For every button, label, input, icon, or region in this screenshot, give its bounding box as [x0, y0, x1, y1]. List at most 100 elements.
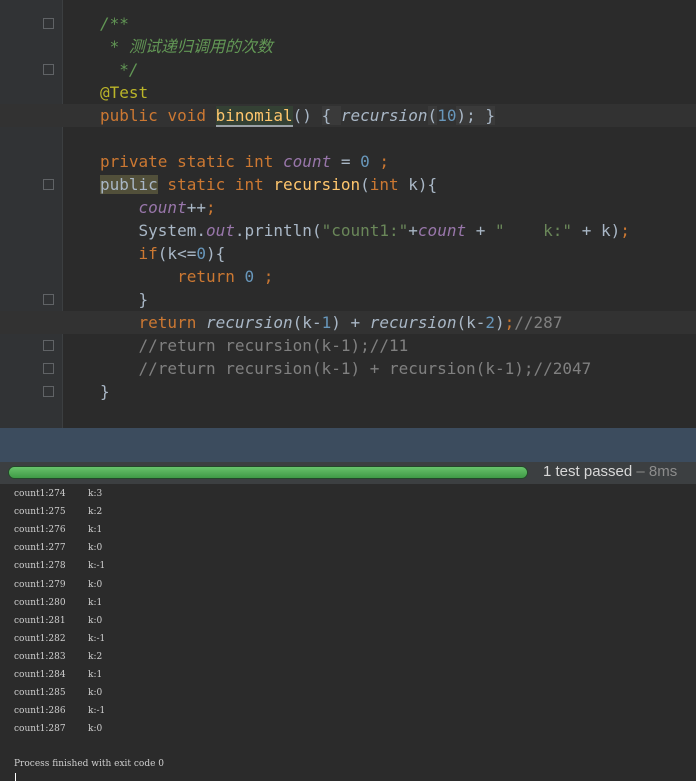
code-token: ;: [369, 152, 390, 171]
console-k: k:-1: [88, 706, 106, 717]
code-line[interactable]: private static int count = 0 ;: [0, 150, 696, 173]
code-token: ;: [205, 198, 216, 217]
code-line[interactable]: return 0 ;: [0, 265, 696, 288]
code-line[interactable]: }: [0, 380, 696, 403]
code-line[interactable]: count++;: [0, 196, 696, 219]
code-line[interactable]: }: [0, 288, 696, 311]
code-token: count: [417, 221, 467, 240]
code-token: * 测试递归调用的次数: [100, 37, 273, 56]
code-token: ;: [504, 313, 515, 332]
code-line[interactable]: System.out.println("count1:"+count + " k…: [0, 219, 696, 242]
code-token: ) +: [331, 313, 370, 332]
code-token: + k): [572, 221, 621, 240]
code-line-text: private static int count = 0 ;: [100, 150, 389, 173]
code-token: private: [100, 152, 178, 171]
code-token: //return recursion(k-1) + recursion(k-1)…: [100, 359, 592, 378]
code-line[interactable]: public static int recursion(int k){: [0, 173, 696, 196]
console-line: count1:275 k:2: [14, 507, 102, 517]
code-token: ){: [205, 244, 226, 263]
console-line: count1:280 k:1: [14, 598, 102, 608]
code-token: count: [283, 152, 332, 171]
console-line: count1:279 k:0: [14, 580, 102, 590]
code-token: recursion: [273, 175, 361, 194]
console-line: count1:287 k:0: [14, 724, 102, 734]
console-count: count1:287: [14, 724, 66, 735]
code-token: 0: [244, 267, 255, 286]
code-token: binomial: [215, 106, 293, 127]
code-line-text: System.out.println("count1:"+count + " k…: [100, 219, 630, 242]
console-count: count1:281: [14, 615, 66, 626]
console-k: k:1: [88, 597, 103, 608]
code-token: int: [234, 175, 274, 194]
code-token: count: [138, 198, 187, 217]
code-line-text: */: [100, 58, 139, 81]
code-token: {: [321, 106, 341, 125]
code-line-text: public static int recursion(int k){: [100, 173, 437, 196]
code-editor[interactable]: + /** * 测试递归调用的次数 */ @Test public void bin…: [0, 0, 696, 428]
code-token: (: [427, 106, 438, 125]
console-count: count1:283: [14, 651, 66, 662]
code-token: recursion: [369, 313, 457, 332]
test-duration: – 8ms: [632, 463, 678, 480]
code-token: 1: [321, 313, 332, 332]
console-line: count1:282 k:-1: [14, 634, 105, 644]
console-exit-message: Process finished with exit code 0: [14, 759, 165, 769]
code-token: +: [466, 221, 495, 240]
code-token: .println(: [234, 221, 322, 240]
code-token: int: [244, 152, 284, 171]
code-line[interactable]: [0, 127, 696, 150]
console-line: count1:276 k:1: [14, 525, 102, 535]
console-k: k:1: [88, 670, 103, 680]
console-caret: [15, 773, 16, 781]
console-count: count1:282: [14, 633, 66, 644]
code-line-text: //return recursion(k-1) + recursion(k-1)…: [100, 357, 592, 380]
code-line[interactable]: if(k<=0){: [0, 242, 696, 265]
code-line[interactable]: */: [0, 58, 696, 81]
code-line[interactable]: @Test: [0, 81, 696, 104]
code-token: =: [331, 152, 361, 171]
test-status-text: 1 test passed: [543, 463, 633, 480]
test-status: 1 test passed – 8ms: [543, 463, 677, 480]
console-line: count1:285 k:0: [14, 688, 102, 698]
code-token: "count1:": [321, 221, 409, 240]
code-line-text: }: [100, 288, 149, 311]
console-count: count1:280: [14, 597, 66, 608]
console-count: count1:275: [14, 507, 66, 518]
code-line-text: return recursion(k-1) + recursion(k-2);/…: [100, 311, 563, 334]
console-count: count1:276: [14, 525, 66, 536]
code-token: public: [100, 175, 158, 194]
console-count: count1:277: [14, 543, 66, 554]
code-token: return: [177, 267, 245, 286]
code-token: ); }: [456, 106, 495, 125]
code-line[interactable]: /**: [0, 12, 696, 35]
code-token: }: [100, 382, 110, 401]
code-line[interactable]: return recursion(k-1) + recursion(k-2);/…: [0, 311, 696, 334]
code-token: static: [177, 152, 245, 171]
code-token: ): [495, 313, 505, 332]
console-k: k:2: [88, 651, 103, 662]
console-count: count1:278: [14, 561, 66, 572]
console-line: count1:286 k:-1: [14, 706, 105, 716]
code-token: ;: [254, 267, 274, 286]
code-token: 2: [485, 313, 495, 332]
code-token: return: [138, 313, 206, 332]
code-line[interactable]: //return recursion(k-1);//11: [0, 334, 696, 357]
code-token: " k:": [495, 221, 573, 240]
code-token: ++: [186, 198, 206, 217]
console-count: count1:285: [14, 688, 66, 699]
console-count: count1:279: [14, 579, 66, 590]
code-line[interactable]: * 测试递归调用的次数: [0, 35, 696, 58]
code-token: */: [100, 60, 139, 79]
run-console[interactable]: count1:274 k:3 count1:275 k:2 count1:276 k:1 c…: [0, 484, 696, 781]
code-token: +: [408, 221, 418, 240]
code-token: (: [360, 175, 370, 194]
code-line[interactable]: //return recursion(k-1) + recursion(k-1)…: [0, 357, 696, 380]
console-k: k:0: [88, 724, 103, 735]
console-k: k:-1: [88, 561, 106, 572]
code-token: static: [157, 175, 235, 194]
code-token: recursion: [205, 313, 293, 332]
tool-window-header: [0, 428, 696, 462]
code-token: //return recursion(k-1);//11: [100, 336, 409, 355]
code-line[interactable]: public void binomial() { recursion(10); …: [0, 104, 696, 127]
